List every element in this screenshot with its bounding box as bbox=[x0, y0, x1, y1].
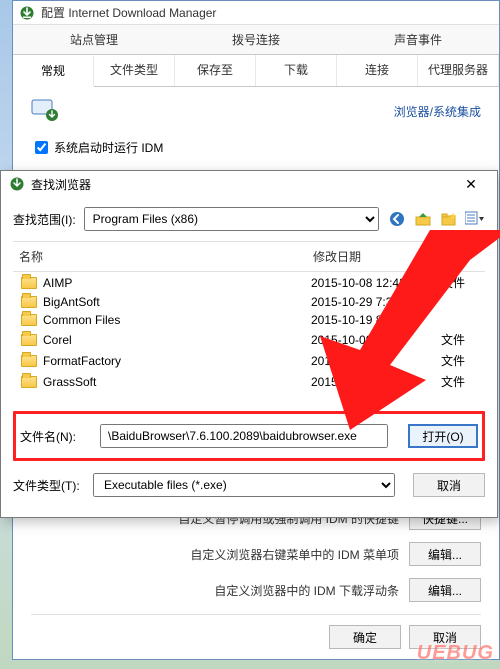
picker-fields: 文件名(N): 打开(O) 文件类型(T): Executable files … bbox=[1, 401, 497, 517]
file-list-body[interactable]: AIMP2015-10-08 12:43文件BigAntSoft2015-10-… bbox=[13, 272, 485, 401]
folder-date: 2015-10-19 8:15 bbox=[305, 313, 435, 327]
back-icon[interactable] bbox=[387, 209, 407, 229]
folder-date: 2015-10- bbox=[305, 354, 435, 368]
folder-type: 文件 bbox=[435, 274, 483, 291]
folder-icon bbox=[21, 314, 37, 326]
folder-type: 文件 bbox=[435, 352, 483, 369]
folder-date: 2015-10-29 7:30 bbox=[305, 295, 435, 309]
filetype-label: 文件类型(T): bbox=[13, 477, 83, 494]
tab-site[interactable]: 站点管理 bbox=[13, 25, 175, 54]
folder-name: Common Files bbox=[43, 313, 120, 327]
folder-name: BigAntSoft bbox=[43, 295, 100, 309]
file-list: 名称 修改日期 类型 AIMP2015-10-08 12:43文件BigAntS… bbox=[13, 241, 485, 401]
filename-highlight: 文件名(N): 打开(O) bbox=[13, 411, 485, 461]
lookin-label: 查找范围(I): bbox=[13, 211, 76, 228]
tab-dialup[interactable]: 拨号连接 bbox=[175, 25, 337, 54]
float-label: 自定义浏览器中的 IDM 下载浮动条 bbox=[214, 582, 399, 599]
col-type[interactable]: 类型 bbox=[437, 242, 485, 271]
tab-saveto[interactable]: 保存至 bbox=[175, 55, 256, 86]
folder-icon bbox=[21, 376, 37, 388]
lookin-select[interactable]: Program Files (x86) bbox=[84, 207, 379, 231]
float-row: 自定义浏览器中的 IDM 下载浮动条 编辑... bbox=[31, 572, 481, 608]
picker-title: 查找浏览器 bbox=[31, 176, 447, 193]
idm-body: 浏览器/系统集成 系统启动时运行 IDM bbox=[13, 87, 499, 166]
file-picker-dialog: 查找浏览器 ✕ 查找范围(I): Program Files (x86) bbox=[0, 170, 498, 518]
tab-general[interactable]: 常规 bbox=[13, 56, 94, 87]
tab-connection[interactable]: 连接 bbox=[337, 55, 418, 86]
browser-globe-icon bbox=[31, 97, 59, 125]
filename-input[interactable] bbox=[100, 424, 388, 448]
lookin-row: 查找范围(I): Program Files (x86) bbox=[1, 197, 497, 241]
idm-titlebar: 配置 Internet Download Manager bbox=[13, 1, 499, 25]
open-button[interactable]: 打开(O) bbox=[408, 424, 478, 448]
folder-row[interactable]: Common Files 2015-10-19 8:15 bbox=[13, 311, 485, 329]
menu-edit-button[interactable]: 编辑... bbox=[409, 542, 481, 566]
folder-name: GrassSoft bbox=[43, 375, 96, 389]
tab-sound[interactable]: 声音事件 bbox=[337, 25, 499, 54]
picker-toolbar bbox=[387, 209, 485, 229]
folder-row[interactable]: BigAntSoft 2015-10-29 7:30 bbox=[13, 293, 485, 311]
menu-label: 自定义浏览器右键菜单中的 IDM 菜单项 bbox=[190, 546, 399, 563]
picker-app-icon bbox=[9, 176, 25, 192]
folder-type: 文件 bbox=[435, 331, 483, 348]
view-menu-icon[interactable] bbox=[465, 209, 485, 229]
tab-proxy[interactable]: 代理服务器 bbox=[418, 55, 499, 86]
folder-date: 2015-10-08 12:43 bbox=[305, 276, 435, 290]
filename-label: 文件名(N): bbox=[20, 428, 90, 445]
idm-title: 配置 Internet Download Manager bbox=[41, 4, 216, 21]
folder-icon bbox=[21, 277, 37, 289]
idm-tabs-top: 站点管理 拨号连接 声音事件 bbox=[13, 25, 499, 55]
picker-titlebar: 查找浏览器 ✕ bbox=[1, 171, 497, 197]
autorun-label: 系统启动时运行 IDM bbox=[54, 139, 163, 156]
folder-row[interactable]: Corel 2015-10-09文件 bbox=[13, 329, 485, 350]
integration-label: 浏览器/系统集成 bbox=[394, 103, 481, 120]
folder-date: 2015-10-09 bbox=[305, 333, 435, 347]
idm-tabs-sub: 常规 文件类型 保存至 下载 连接 代理服务器 bbox=[13, 55, 499, 87]
col-name[interactable]: 名称 bbox=[13, 242, 307, 271]
folder-name: AIMP bbox=[43, 276, 72, 290]
folder-date: 2015- .50 bbox=[305, 375, 435, 389]
tab-download[interactable]: 下载 bbox=[256, 55, 337, 86]
integration-row: 浏览器/系统集成 bbox=[31, 97, 481, 133]
up-icon[interactable] bbox=[413, 209, 433, 229]
tab-filetypes[interactable]: 文件类型 bbox=[94, 55, 175, 86]
folder-row[interactable]: GrassSoft 2015- .50文件 bbox=[13, 371, 485, 392]
folder-name: Corel bbox=[43, 333, 72, 347]
float-edit-button[interactable]: 编辑... bbox=[409, 578, 481, 602]
filename-row: 文件名(N): 打开(O) bbox=[20, 418, 478, 454]
new-folder-icon[interactable] bbox=[439, 209, 459, 229]
file-list-header: 名称 修改日期 类型 bbox=[13, 242, 485, 272]
close-icon[interactable]: ✕ bbox=[453, 173, 489, 195]
folder-type: 文件 bbox=[435, 373, 483, 390]
watermark: UEBUG bbox=[417, 642, 494, 665]
cancel-button-picker[interactable]: 取消 bbox=[413, 473, 485, 497]
folder-icon bbox=[21, 334, 37, 346]
folder-row[interactable]: AIMP 2015-10-08 12:43文件 bbox=[13, 272, 485, 293]
idm-bottom: 自定义暂停调用或强制调用 IDM 的快捷键 快捷键... 自定义浏览器右键菜单中… bbox=[31, 500, 481, 649]
folder-row[interactable]: FormatFactory 2015-10-文件 bbox=[13, 350, 485, 371]
ok-button[interactable]: 确定 bbox=[329, 625, 401, 649]
idm-dlg-buttons: 确定 取消 bbox=[31, 614, 481, 649]
filetype-row: 文件类型(T): Executable files (*.exe) 取消 bbox=[13, 467, 485, 503]
folder-icon bbox=[21, 355, 37, 367]
autorun-checkbox[interactable] bbox=[35, 141, 48, 154]
folder-name: FormatFactory bbox=[43, 354, 121, 368]
col-date[interactable]: 修改日期 bbox=[307, 242, 437, 271]
menu-row: 自定义浏览器右键菜单中的 IDM 菜单项 编辑... bbox=[31, 536, 481, 572]
idm-logo-icon bbox=[19, 5, 35, 21]
folder-icon bbox=[21, 296, 37, 308]
filetype-select[interactable]: Executable files (*.exe) bbox=[93, 473, 395, 497]
autorun-row: 系统启动时运行 IDM bbox=[31, 133, 481, 156]
